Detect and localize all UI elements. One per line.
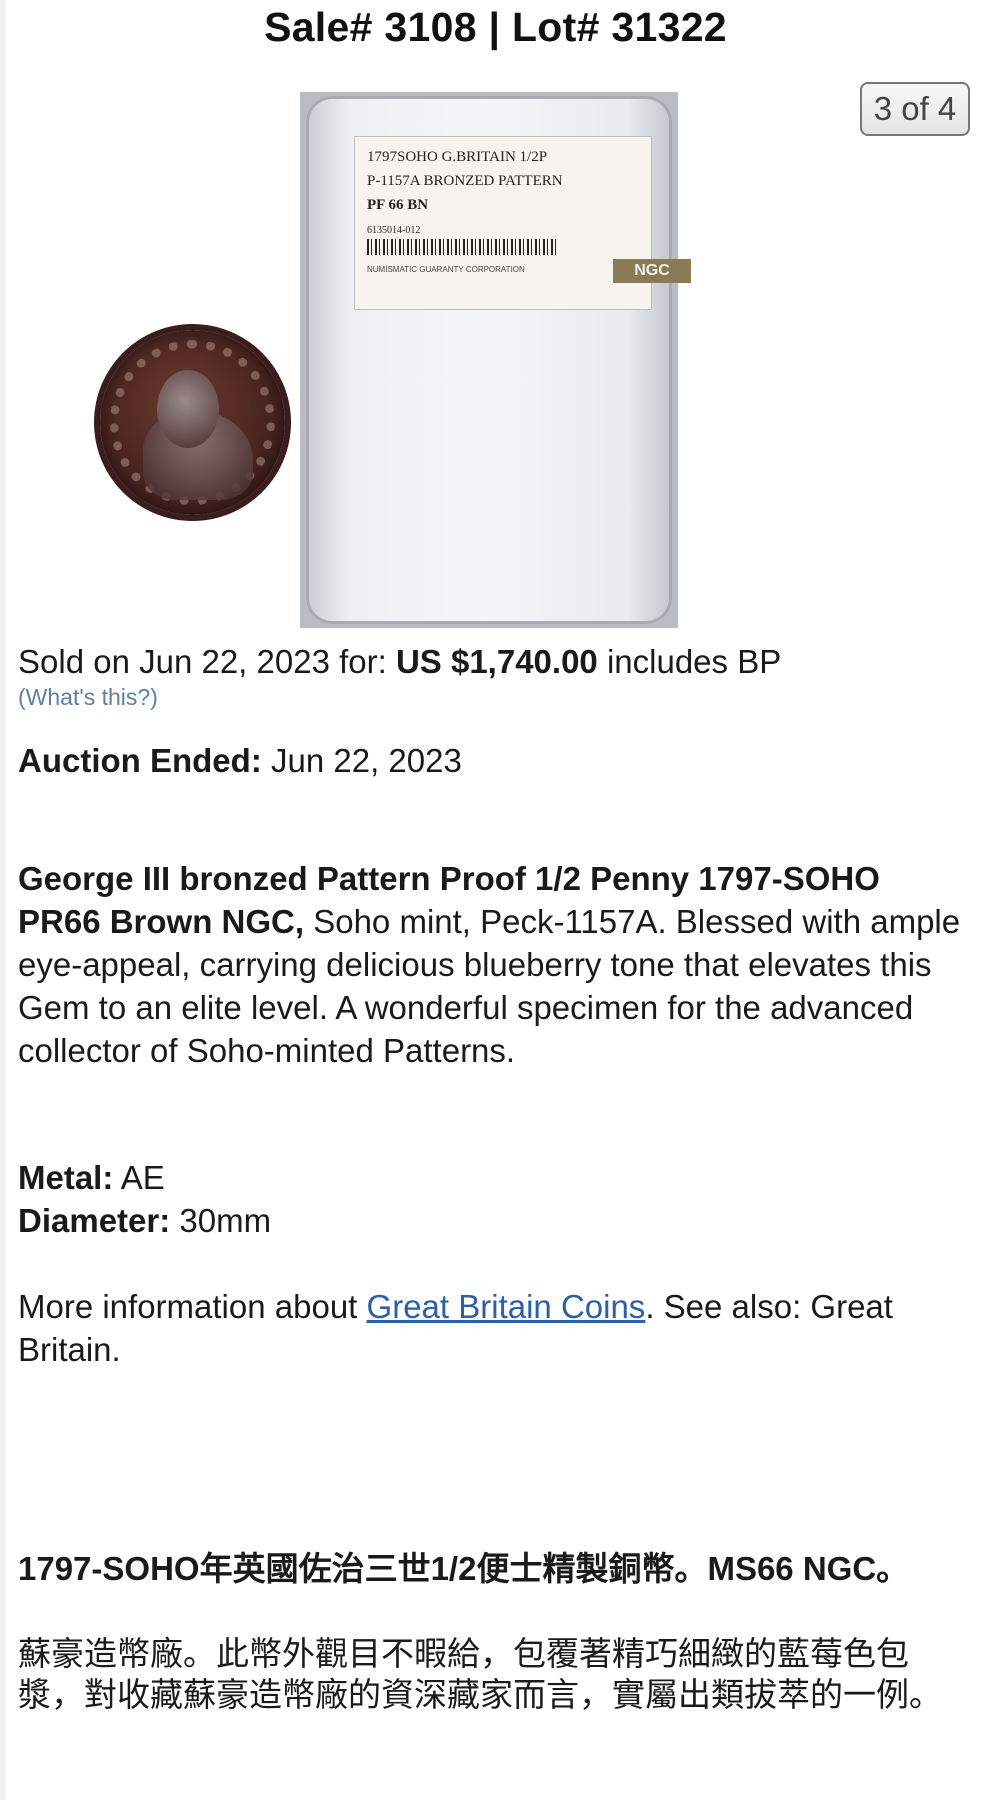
slab-cert-number: 6135014-012 xyxy=(367,225,421,236)
ngc-slab: 1797SOHO G.BRITAIN 1/2P P-1157A BRONZED … xyxy=(306,96,691,624)
barcode xyxy=(367,239,557,255)
auction-ended: Auction Ended: Jun 22, 2023 xyxy=(18,739,462,782)
slab-label: 1797SOHO G.BRITAIN 1/2P P-1157A BRONZED … xyxy=(354,136,691,310)
chinese-description: 蘇豪造幣廠。此幣外觀目不暇給，包覆著精巧細緻的藍莓色包漿，對收藏蘇豪造幣廠的資深… xyxy=(18,1635,942,1713)
sale-lot-title: Sale# 3108 | Lot# 31322 xyxy=(264,4,727,50)
sold-line: Sold on Jun 22, 2023 for: US $1,740.00 i… xyxy=(18,640,781,683)
sold-prefix: Sold on Jun 22, 2023 for: xyxy=(18,643,387,680)
slab-grader-name: NUMISMATIC GUARANTY CORPORATION xyxy=(367,265,525,274)
diameter-value: 30mm xyxy=(179,1202,272,1239)
slab-grade: PF 66 BN xyxy=(367,197,429,213)
slab-label-line-1: 1797SOHO G.BRITAIN 1/2P xyxy=(367,149,548,165)
chinese-title: 1797-SOHO年英國佐治三世1/2便士精製銅幣。MS66 NGC。 xyxy=(18,1550,910,1587)
sold-price: US $1,740.00 xyxy=(395,643,598,680)
auction-ended-label: Auction Ended: xyxy=(18,742,262,779)
metal-label: Metal: xyxy=(18,1159,114,1196)
coin-portrait-head xyxy=(157,370,219,448)
coin-image[interactable]: 1797SOHO G.BRITAIN 1/2P P-1157A BRONZED … xyxy=(300,92,691,628)
more-info-prefix: More information about xyxy=(18,1288,358,1325)
slab-label-line-2: P-1157A BRONZED PATTERN xyxy=(367,173,563,189)
metal-value: AE xyxy=(120,1159,165,1196)
great-britain-coins-link[interactable]: Great Britain Coins xyxy=(367,1288,646,1325)
whats-this-link[interactable]: (What's this?) xyxy=(18,684,158,711)
image-counter-button[interactable]: 3 of 4 xyxy=(860,82,970,136)
more-info: More information about Great Britain Coi… xyxy=(18,1285,968,1371)
diameter-label: Diameter: xyxy=(18,1202,171,1239)
lot-description: George III bronzed Pattern Proof 1/2 Pen… xyxy=(18,857,968,1072)
page-edge xyxy=(0,0,6,1800)
diameter-spec: Diameter: 30mm xyxy=(18,1199,271,1242)
auction-ended-date: Jun 22, 2023 xyxy=(270,742,462,779)
metal-spec: Metal: AE xyxy=(18,1156,165,1199)
sold-suffix: includes BP xyxy=(606,643,782,680)
ngc-logo: NGC xyxy=(613,259,691,283)
lot-page: Sale# 3108 | Lot# 31322 3 of 4 1797SOHO … xyxy=(0,0,991,1800)
